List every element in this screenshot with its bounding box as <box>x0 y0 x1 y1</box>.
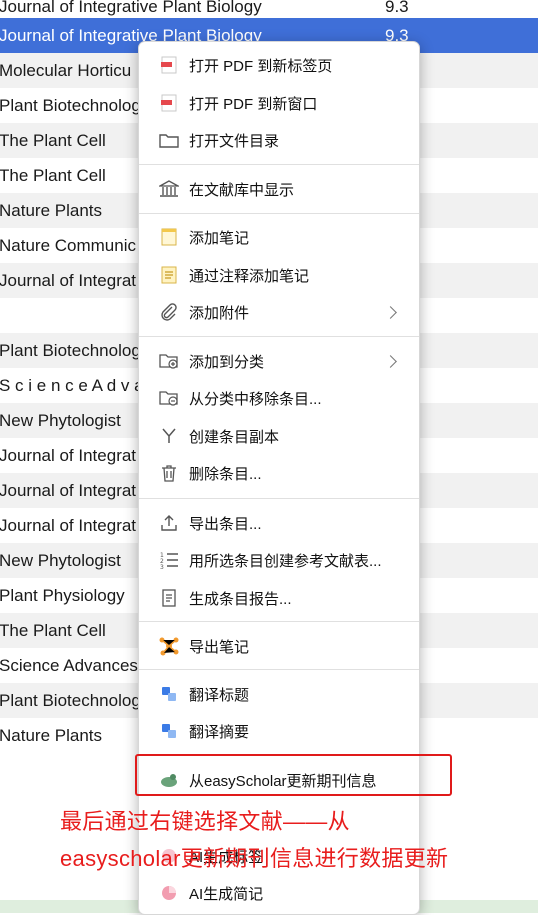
row-title: Plant Physiology <box>0 585 125 605</box>
chevron-right-icon <box>384 354 397 368</box>
duplicate-icon <box>159 426 179 446</box>
menu-label: 删除条目... <box>189 465 262 483</box>
menu-label: 打开文件目录 <box>189 132 280 150</box>
numbered-list-icon: 123 <box>159 550 179 570</box>
menu-item-open-folder[interactable]: 打开文件目录 <box>139 123 419 157</box>
menu-label: 翻译摘要 <box>189 723 250 741</box>
row-title: Nature Plants <box>0 725 102 745</box>
menu-label: AI生成简记 <box>189 885 264 903</box>
row-title: Journal of Integrative Plant Biology <box>0 0 262 16</box>
menu-item-create-bibliography[interactable]: 123 用所选条目创建参考文献表... <box>139 543 419 577</box>
menu-item-duplicate[interactable]: 创建条目副本 <box>139 419 419 453</box>
menu-label: 翻译标题 <box>189 686 250 704</box>
menu-label: 通过注释添加笔记 <box>189 267 310 285</box>
menu-item-generate-report[interactable]: 生成条目报告... <box>139 581 419 615</box>
row-title: New Phytologist <box>0 410 121 430</box>
annotation-note-icon <box>159 265 179 285</box>
menu-item-add-note-from-annotations[interactable]: 通过注释添加笔记 <box>139 258 419 292</box>
menu-label: 创建条目副本 <box>189 428 280 446</box>
row-impact-factor: 9.3 <box>385 0 409 16</box>
menu-label: 添加到分类 <box>189 353 265 371</box>
export-icon <box>159 513 179 533</box>
row-title: The Plant Cell <box>0 130 106 150</box>
pdf-icon <box>159 55 179 75</box>
row-title: Molecular Horticu <box>0 60 132 80</box>
menu-item-add-note[interactable]: 添加笔记 <box>139 220 419 254</box>
menu-item-export-notes[interactable]: 导出笔记 <box>139 629 419 663</box>
row-title: Nature Communic <box>0 235 136 255</box>
row-title: Plant Biotechnolog <box>0 690 141 710</box>
menu-label: 打开 PDF 到新窗口 <box>189 95 318 113</box>
ai-note-icon <box>159 883 179 903</box>
highlight-box <box>135 754 452 796</box>
translate-icon <box>159 684 179 704</box>
menu-separator <box>139 621 419 622</box>
row-title: S c i e n c e A d v a <box>0 375 144 395</box>
menu-item-add-attachment[interactable]: 添加附件 <box>139 295 419 329</box>
menu-item-remove-from-collection[interactable]: 从分类中移除条目... <box>139 381 419 415</box>
menu-label: 生成条目报告... <box>189 590 292 608</box>
row-title: Nature Plants <box>0 200 102 220</box>
chevron-right-icon <box>384 305 397 319</box>
menu-separator <box>139 164 419 165</box>
menu-item-open-pdf-window[interactable]: 打开 PDF 到新窗口 <box>139 86 419 120</box>
menu-separator <box>139 213 419 214</box>
row-title: The Plant Cell <box>0 620 106 640</box>
menu-label: 从分类中移除条目... <box>189 390 322 408</box>
menu-label: 导出笔记 <box>189 638 250 656</box>
folder-icon <box>159 130 179 150</box>
annotation-line-1: 最后通过右键选择文献——从 <box>60 809 350 834</box>
menu-item-export[interactable]: 导出条目... <box>139 506 419 540</box>
row-title: Journal of Integrat <box>0 515 137 535</box>
row-title: New Phytologist <box>0 550 121 570</box>
menu-item-delete[interactable]: 删除条目... <box>139 456 419 490</box>
translate-icon <box>159 721 179 741</box>
folder-remove-icon <box>159 388 179 408</box>
row-title: Journal of Integrat <box>0 270 137 290</box>
trash-icon <box>159 463 179 483</box>
pdf-icon <box>159 93 179 113</box>
menu-item-add-to-collection[interactable]: 添加到分类 <box>139 344 419 378</box>
row-title: The Plant Cell <box>0 165 106 185</box>
menu-item-translate-abstract[interactable]: 翻译摘要 <box>139 714 419 748</box>
row-title: Journal of Integrat <box>0 445 137 465</box>
menu-label: 导出条目... <box>189 515 262 533</box>
svg-text:3: 3 <box>160 564 164 569</box>
export-notes-icon <box>159 636 179 656</box>
report-icon <box>159 588 179 608</box>
menu-label: 在文献库中显示 <box>189 181 295 199</box>
table-row[interactable]: Journal of Integrative Plant Biology 9.3 <box>0 0 538 18</box>
menu-separator <box>139 669 419 670</box>
menu-item-translate-title[interactable]: 翻译标题 <box>139 677 419 711</box>
annotation-line-2: easyscholar更新期刊信息进行数据更新 <box>60 846 449 871</box>
menu-label: 用所选条目创建参考文献表... <box>189 552 382 570</box>
folder-add-icon <box>159 351 179 371</box>
menu-label: 添加附件 <box>189 304 250 322</box>
menu-item-show-in-library[interactable]: 在文献库中显示 <box>139 172 419 206</box>
note-icon <box>159 227 179 247</box>
row-title: Science Advances <box>0 655 138 675</box>
paperclip-icon <box>159 302 179 322</box>
menu-label: 添加笔记 <box>189 229 250 247</box>
row-title: Journal of Integrat <box>0 480 137 500</box>
menu-item-open-pdf-tab[interactable]: 打开 PDF 到新标签页 <box>139 48 419 82</box>
row-title: Plant Biotechnolog <box>0 340 141 360</box>
menu-separator <box>139 498 419 499</box>
menu-label: 打开 PDF 到新标签页 <box>189 57 333 75</box>
menu-separator <box>139 336 419 337</box>
menu-item-ai-notes[interactable]: AI生成简记 <box>139 876 419 910</box>
row-title: Plant Biotechnolog <box>0 95 141 115</box>
library-icon <box>159 179 179 199</box>
